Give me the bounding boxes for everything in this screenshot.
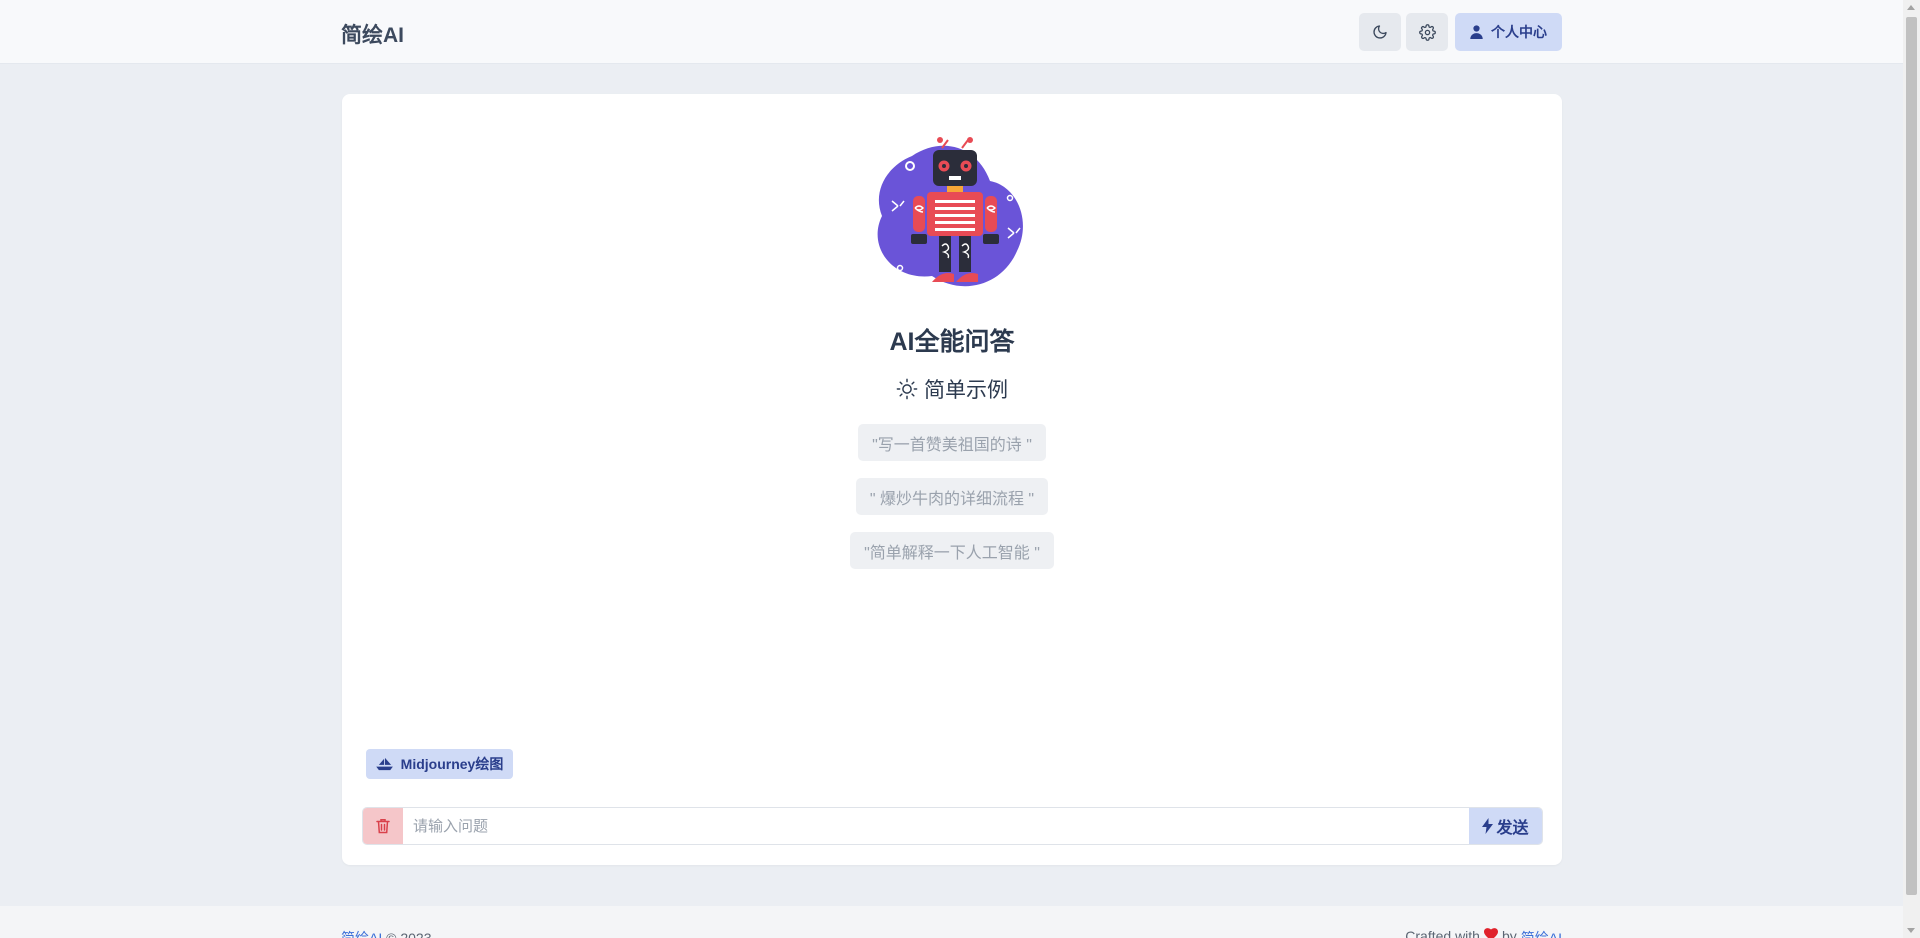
scroll-down-arrow[interactable]	[1907, 928, 1915, 933]
footer-copyright: 简绘AI © 2023	[341, 928, 431, 938]
vertical-scrollbar[interactable]	[1903, 0, 1920, 938]
example-prompt-3[interactable]: "简单解释一下人工智能 "	[850, 532, 1054, 569]
examples-heading: 简单示例	[342, 374, 1562, 404]
brand-logo[interactable]: 简绘AI	[341, 19, 404, 49]
page-title: AI全能问答	[889, 328, 1015, 356]
examples-heading-label: 简单示例	[924, 379, 1008, 402]
prompt-input[interactable]	[403, 808, 1469, 844]
lightning-icon	[1482, 818, 1494, 834]
chat-card: AI全能问答 简单示例 "写一首赞美祖国的诗 " " 爆炒牛肉的详细流程 " "…	[342, 94, 1562, 865]
robot-illustration	[877, 137, 1023, 287]
sailboat-icon	[375, 757, 393, 771]
user-center-button[interactable]: 个人中心	[1455, 13, 1562, 51]
copyright-text: © 2023	[386, 930, 432, 938]
midjourney-button-label: Midjourney绘图	[400, 756, 504, 772]
settings-button[interactable]	[1406, 13, 1448, 51]
prompt-input-row: 发送	[362, 807, 1543, 845]
send-button-label: 发送	[1496, 820, 1529, 837]
moon-icon	[1373, 25, 1387, 39]
crafted-with-text: Crafted with	[1405, 928, 1480, 938]
clear-chat-button[interactable]	[363, 808, 403, 844]
theme-toggle-button[interactable]	[1359, 13, 1401, 51]
by-text: by	[1501, 928, 1517, 938]
trash-icon	[376, 819, 390, 834]
sun-icon	[896, 378, 918, 400]
send-button[interactable]: 发送	[1469, 808, 1542, 844]
footer-author-link[interactable]: 简绘AI	[1521, 928, 1562, 938]
example-prompt-1[interactable]: "写一首赞美祖国的诗 "	[858, 424, 1046, 461]
top-navbar: 简绘AI 个人中心	[0, 0, 1903, 64]
scroll-up-arrow[interactable]	[1907, 5, 1915, 10]
user-center-label: 个人中心	[1491, 24, 1547, 40]
example-prompt-2[interactable]: " 爆炒牛肉的详细流程 "	[856, 478, 1048, 515]
heart-icon	[1483, 928, 1498, 938]
scrollbar-thumb[interactable]	[1906, 17, 1917, 895]
footer-credits: Crafted with by 简绘AI	[1405, 928, 1562, 938]
gear-icon	[1418, 23, 1436, 41]
footer-brand-link[interactable]: 简绘AI	[341, 930, 382, 938]
midjourney-draw-button[interactable]: Midjourney绘图	[366, 749, 513, 779]
user-icon	[1470, 25, 1483, 39]
footer: 简绘AI © 2023 Crafted with by 简绘AI	[0, 906, 1903, 938]
